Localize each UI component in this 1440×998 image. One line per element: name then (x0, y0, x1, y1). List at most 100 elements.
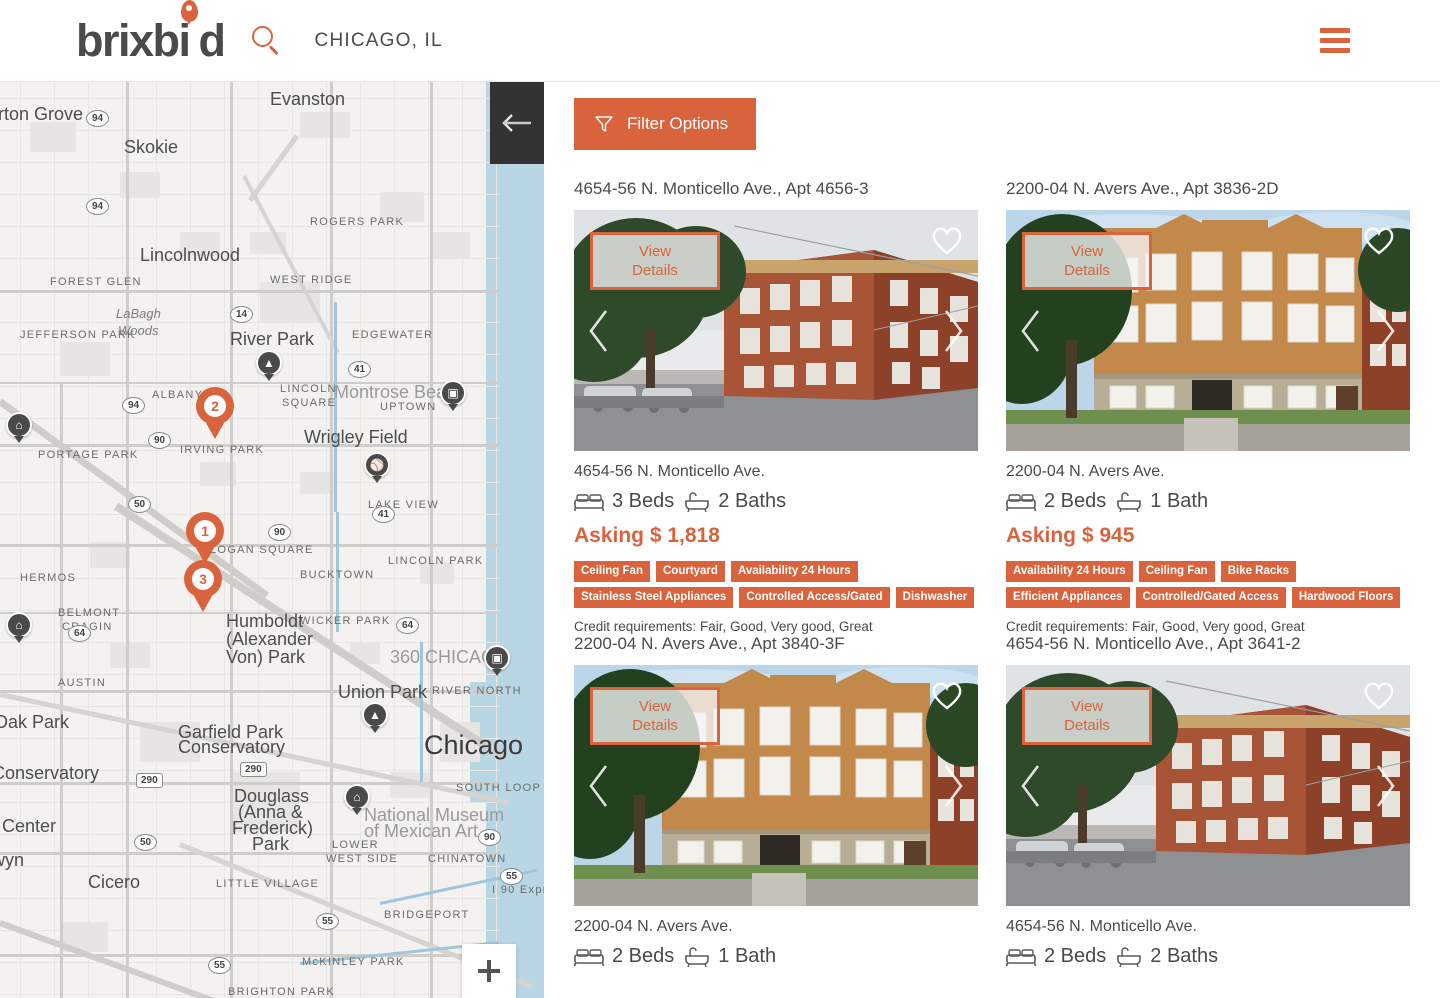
park-tree-icon[interactable]: ▲ (362, 702, 388, 728)
view-details-button[interactable]: View Details (590, 232, 720, 290)
amenity-tag[interactable]: Ceiling Fan (1138, 561, 1215, 582)
filter-options-label: Filter Options (627, 114, 729, 133)
view-details-line1: View (1070, 243, 1104, 260)
map-highway-shield: 14 (230, 306, 254, 323)
map-grid-line (156, 82, 157, 998)
listing-card[interactable]: 2200-04 N. Avers Ave., Apt 3840-3F View … (574, 634, 978, 968)
carousel-next-button[interactable] (940, 307, 966, 355)
logo-pin-icon: i (179, 0, 199, 63)
listing-photo[interactable]: View Details (574, 665, 978, 906)
amenity-tag[interactable]: Stainless Steel Appliances (574, 587, 734, 608)
amenity-tag[interactable]: Availability 24 Hours (1006, 561, 1133, 582)
beds-spec: 3 Beds (574, 490, 674, 513)
listing-card[interactable]: 4654-56 N. Monticello Ave., Apt 3641-2 V… (1006, 634, 1410, 968)
brixbid-logo[interactable]: brixb i d (76, 0, 226, 63)
camera-icon[interactable]: ▣ (484, 645, 510, 671)
amenity-tag[interactable]: Hardwood Floors (1291, 587, 1401, 608)
amenity-tag[interactable]: Efficient Appliances (1006, 587, 1130, 608)
carousel-next-icon[interactable] (1372, 762, 1398, 810)
amenity-tag[interactable]: Dishwasher (895, 587, 975, 608)
map-road (60, 382, 63, 998)
view-details-button[interactable]: View Details (590, 687, 720, 745)
amenity-tag[interactable]: Controlled Access/Gated (739, 587, 890, 608)
bed-icon (574, 948, 604, 966)
favorite-button[interactable] (930, 224, 964, 256)
carousel-next-icon[interactable] (1372, 307, 1398, 355)
map-grid-line (0, 482, 500, 483)
carousel-next-icon[interactable] (940, 762, 966, 810)
amenity-tag[interactable]: Courtyard (655, 561, 725, 582)
map-zoom-in-button[interactable] (462, 944, 516, 998)
map-landuse-block (300, 472, 334, 494)
map-grid-line (88, 82, 89, 998)
carousel-next-button[interactable] (1372, 307, 1398, 355)
search-area[interactable]: CHICAGO, IL (251, 25, 1320, 56)
filter-options-button[interactable]: Filter Options (574, 98, 756, 150)
map-place-label: Union Park (338, 682, 428, 702)
carousel-prev-button[interactable] (1018, 762, 1044, 810)
carousel-next-button[interactable] (940, 762, 966, 810)
museum-icon[interactable]: ⌂ (6, 412, 32, 438)
favorite-button[interactable] (1362, 679, 1396, 711)
map-landuse-block (430, 232, 470, 258)
amenity-tag[interactable]: Bike Racks (1220, 561, 1297, 582)
park-tree-icon[interactable]: ▲ (256, 350, 282, 376)
carousel-prev-icon[interactable] (586, 307, 612, 355)
carousel-next-button[interactable] (1372, 762, 1398, 810)
camera-icon[interactable]: ▣ (440, 380, 466, 406)
map-place-label: Von) Park (226, 647, 306, 667)
map-listing-marker-2[interactable]: 2 (196, 387, 234, 425)
favorite-heart-icon[interactable] (930, 679, 964, 711)
carousel-prev-button[interactable] (586, 762, 612, 810)
amenity-tag[interactable]: Ceiling Fan (574, 561, 650, 582)
map-highway-shield: 55 (208, 957, 232, 974)
map-grid-line (0, 898, 500, 899)
baths-spec: 1 Bath (684, 945, 776, 968)
carousel-prev-button[interactable] (1018, 307, 1044, 355)
favorite-heart-icon[interactable] (1362, 679, 1396, 711)
hamburger-menu-icon[interactable] (1320, 28, 1350, 53)
map-place-label: Oak Park (0, 712, 70, 732)
listing-photo[interactable]: View Details (574, 210, 978, 451)
map-place-label: WEST SIDE (326, 853, 399, 865)
carousel-prev-icon[interactable] (1018, 307, 1044, 355)
map-listing-marker-3[interactable]: 3 (184, 560, 222, 598)
map-place-label: LOGAN SQUARE (210, 544, 314, 556)
listing-address: 2200-04 N. Avers Ave. (1006, 463, 1165, 480)
map-place-label: LINCOLN PARK (388, 555, 484, 567)
favorite-button[interactable] (1362, 224, 1396, 256)
map-landuse-block (30, 122, 76, 152)
view-details-line1: View (638, 243, 672, 260)
beds-label: 2 Beds (1044, 490, 1107, 512)
stadium-icon[interactable]: ⚾ (364, 452, 390, 478)
view-details-button[interactable]: View Details (1022, 232, 1152, 290)
carousel-prev-icon[interactable] (1018, 762, 1044, 810)
listing-address: 4654-56 N. Monticello Ave. (574, 463, 765, 480)
carousel-prev-icon[interactable] (586, 762, 612, 810)
view-details-button[interactable]: View Details (1022, 687, 1152, 745)
carousel-next-icon[interactable] (940, 307, 966, 355)
map-highway-shield: 94 (122, 397, 146, 414)
museum-icon[interactable]: ⌂ (344, 784, 370, 810)
map-marker-number: 3 (192, 568, 214, 590)
amenity-tag[interactable]: Availability 24 Hours (730, 561, 858, 582)
map-highway-shield: 94 (86, 110, 110, 127)
favorite-button[interactable] (930, 679, 964, 711)
search-input[interactable]: CHICAGO, IL (315, 30, 443, 52)
favorite-heart-icon[interactable] (1362, 224, 1396, 256)
map-listing-marker-1[interactable]: 1 (186, 512, 224, 550)
listing-photo[interactable]: View Details (1006, 210, 1410, 451)
listing-card[interactable]: 2200-04 N. Avers Ave., Apt 3836-2D View … (1006, 179, 1410, 634)
map-place-label: RIVER NORTH (432, 685, 522, 697)
map-collapse-button[interactable] (490, 82, 544, 164)
listing-photo[interactable]: View Details (1006, 665, 1410, 906)
museum-icon[interactable]: ⌂ (6, 612, 32, 638)
carousel-prev-button[interactable] (586, 307, 612, 355)
listing-card[interactable]: 4654-56 N. Monticello Ave., Apt 4656-3 V… (574, 179, 978, 634)
map-grid-line (0, 98, 500, 99)
map-grid-line (258, 82, 259, 998)
search-icon[interactable] (251, 25, 282, 56)
map-panel[interactable]: orton Grove Skokie Evanston Lincolnwood FORE… (0, 82, 544, 998)
amenity-tag[interactable]: Controlled/Gated Access (1135, 587, 1286, 608)
favorite-heart-icon[interactable] (930, 224, 964, 256)
